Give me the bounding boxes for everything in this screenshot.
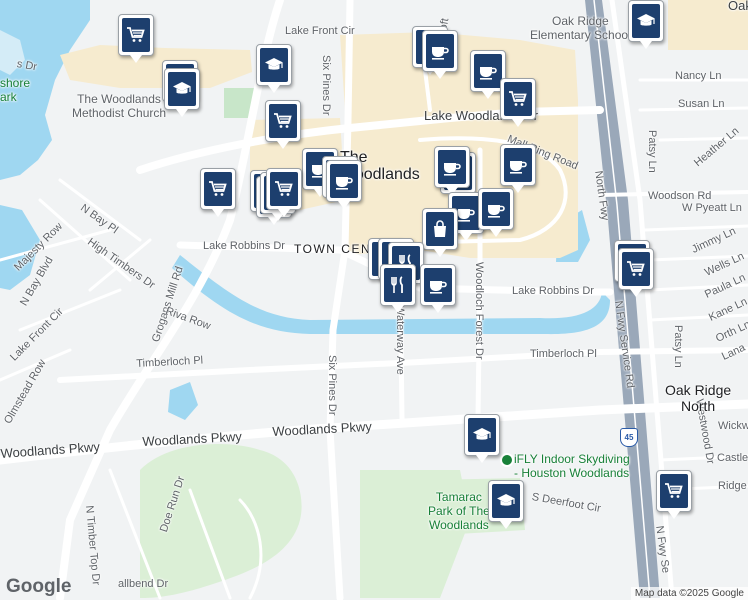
coffee-icon (424, 268, 452, 302)
map-marker[interactable] (500, 144, 536, 193)
school-icon (637, 14, 655, 26)
school-icon (173, 82, 191, 94)
coffee-icon (482, 192, 510, 226)
school-icon (492, 484, 520, 518)
bag-icon (426, 212, 454, 246)
coffee-icon (480, 67, 497, 80)
school-icon (168, 72, 196, 106)
coffee-icon (458, 209, 475, 222)
six-pines-road (326, 0, 354, 600)
map-marker[interactable] (420, 264, 456, 313)
school-icon (265, 58, 283, 70)
map-marker[interactable] (422, 30, 458, 79)
cart-icon (275, 181, 293, 196)
coffee-icon (510, 161, 527, 174)
map-marker[interactable] (266, 168, 302, 217)
map-marker[interactable] (326, 160, 362, 209)
lake-woodlands (0, 0, 90, 180)
cart-icon (660, 474, 688, 508)
cart-icon (274, 113, 292, 128)
coffee-icon (426, 34, 454, 68)
school-icon (632, 4, 660, 38)
cart-icon (122, 18, 150, 52)
map-marker[interactable] (464, 414, 500, 463)
school-icon (260, 48, 288, 82)
map-marker[interactable] (618, 248, 654, 297)
map-marker[interactable] (478, 188, 514, 237)
coffee-icon (504, 148, 532, 182)
map-marker[interactable] (656, 470, 692, 519)
south-pond (168, 382, 198, 420)
map-marker[interactable] (200, 168, 236, 217)
basemap (0, 0, 748, 600)
cart-icon (270, 172, 298, 206)
restaurant-icon (384, 268, 412, 302)
timberloch-road (57, 347, 748, 383)
coffee-icon (336, 177, 353, 190)
school-icon (497, 494, 515, 506)
coffee-icon (474, 54, 502, 88)
map-attribution[interactable]: Map data ©2025 Google (630, 587, 748, 600)
cart-icon (127, 27, 145, 42)
cart-icon (504, 82, 532, 116)
restaurant-icon (391, 276, 403, 293)
map-marker[interactable] (164, 68, 200, 117)
google-logo: Google (6, 576, 72, 597)
map-marker[interactable] (256, 44, 292, 93)
map-marker[interactable] (434, 146, 470, 195)
coffee-icon (330, 164, 358, 198)
east-commercial-block (668, 0, 748, 50)
coffee-icon (438, 150, 466, 184)
map-canvas[interactable]: Lake Front Cir Six Pines Dr Pinecroft La… (0, 0, 748, 600)
coffee-icon (488, 205, 505, 218)
coffee-icon (444, 163, 461, 176)
map-marker[interactable] (422, 208, 458, 257)
bag-icon (434, 220, 446, 237)
cart-icon (665, 483, 683, 498)
map-marker[interactable] (500, 78, 536, 127)
school-icon (468, 418, 496, 452)
coffee-icon (430, 281, 447, 294)
map-marker[interactable] (265, 100, 301, 149)
interstate-45-shield: 45 (620, 428, 638, 447)
coffee-icon (432, 47, 449, 60)
cart-icon (269, 104, 297, 138)
map-marker[interactable] (628, 0, 664, 49)
lake-woodlands-lower (0, 205, 40, 290)
school-icon (473, 428, 491, 440)
map-marker[interactable] (488, 480, 524, 529)
map-marker[interactable] (118, 14, 154, 63)
west-commercial-area (60, 45, 252, 88)
cart-icon (209, 181, 227, 196)
cart-icon (627, 261, 645, 276)
cart-icon (204, 172, 232, 206)
cart-icon (509, 91, 527, 106)
cart-icon (622, 252, 650, 286)
map-marker[interactable] (380, 264, 416, 313)
